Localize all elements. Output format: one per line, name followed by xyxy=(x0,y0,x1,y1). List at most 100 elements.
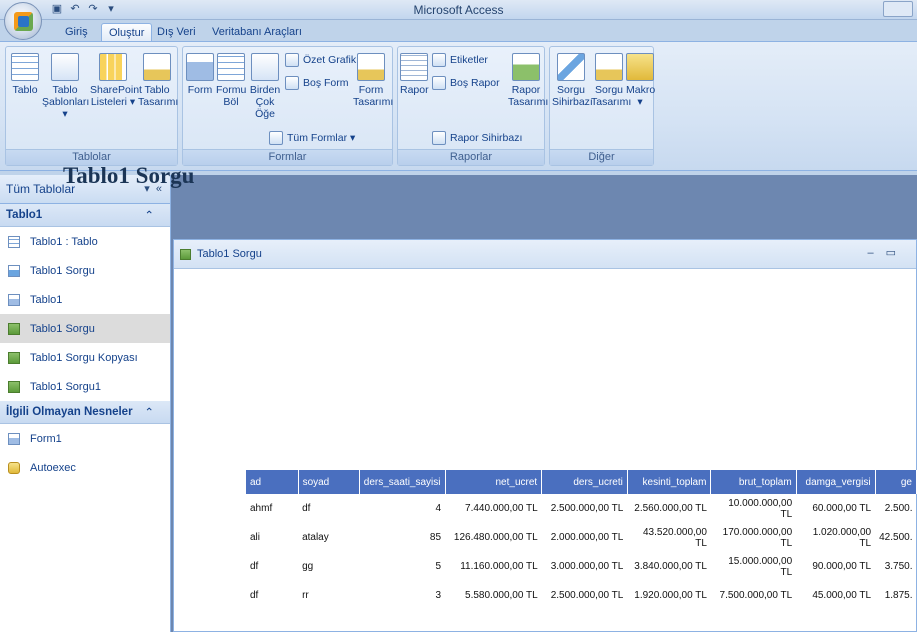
tab-dis-veri[interactable]: Dış Veri xyxy=(150,23,203,42)
nav-group-label: İlgili Olmayan Nesneler xyxy=(6,406,133,418)
sorgu-sihirbazi-button[interactable]: Sorgu Sihirbazı xyxy=(552,53,593,108)
formu-bol-label: Formu Böl xyxy=(216,84,247,108)
labels-icon xyxy=(432,53,446,67)
macro-icon xyxy=(8,461,20,474)
table-cell: 2.500.000,00 TL xyxy=(550,590,624,601)
tab-olustur[interactable]: Oluştur xyxy=(101,23,153,42)
group-label-formlar: Formlar xyxy=(183,149,392,165)
sharepoint-listeleri-label: SharePoint Listeleri ▾ xyxy=(90,84,142,108)
table-row: ali atalay 85 126.480.000,00 TL 2.000.00… xyxy=(246,523,917,552)
rapor-sihirbazi-button[interactable]: Rapor Sihirbazı xyxy=(432,131,522,145)
blank-form-icon xyxy=(285,76,299,90)
ribbon: Tablo Tablo Şablonları ▾ SharePoint List… xyxy=(0,41,917,171)
group-tablolar: Tablo Tablo Şablonları ▾ SharePoint List… xyxy=(5,46,178,166)
rapor-tasarimi-button[interactable]: Rapor Tasarımı xyxy=(508,53,548,108)
nav-item[interactable]: Form1 xyxy=(0,424,170,453)
table-cell: 2.500.000,00 TL xyxy=(550,503,624,514)
birden-cok-oge-button[interactable]: Birden Çok Öğe xyxy=(247,53,283,120)
column-header: brut_toplam xyxy=(710,470,797,494)
tablo-button[interactable]: Tablo xyxy=(10,53,40,96)
table-cell: 10.000.000,00 TL xyxy=(728,497,793,520)
table-cell: 2.000.000,00 TL xyxy=(550,532,624,543)
collapse-icon[interactable]: ⌃ xyxy=(144,405,154,419)
table-cell: ahmf xyxy=(250,503,273,514)
report-table: ad soyad ders_saati_sayisi net_ucret der… xyxy=(246,470,917,610)
nav-item[interactable]: Tablo1 Sorgu1 xyxy=(0,372,170,401)
title-bar: ▣ ↶ ↷ ▾ Microsoft Access xyxy=(0,0,917,20)
table-cell: 2.560.000,00 TL xyxy=(634,503,707,514)
nav-item-selected[interactable]: Tablo1 Sorgu xyxy=(0,314,170,343)
table-cell: atalay xyxy=(302,532,329,543)
column-header: soyad xyxy=(298,470,360,494)
bos-form-button[interactable]: Boş Form xyxy=(285,76,349,90)
report-icon xyxy=(180,248,191,260)
form-design-icon xyxy=(357,53,385,81)
table-cell: 15.000.000,00 TL xyxy=(728,555,793,578)
tablo-tasarimi-label: Tablo Tasarımı xyxy=(138,84,179,108)
tum-formlar-label: Tüm Formlar ▾ xyxy=(287,132,356,144)
tablo-sablonlari-button[interactable]: Tablo Şablonları ▾ xyxy=(42,53,90,120)
nav-item-label: Tablo1 Sorgu xyxy=(30,322,95,335)
bos-rapor-button[interactable]: Boş Rapor xyxy=(432,76,500,90)
report-icon xyxy=(8,351,20,364)
group-label-diger: Diğer xyxy=(550,149,653,165)
table-cell: 2.500. xyxy=(884,503,913,514)
nav-group-unrelated[interactable]: İlgili Olmayan Nesneler ⌃ xyxy=(0,401,170,424)
formu-bol-button[interactable]: Formu Böl xyxy=(216,53,246,108)
office-button[interactable] xyxy=(4,2,42,40)
tab-giris[interactable]: Giriş xyxy=(58,23,95,42)
collapse-icon[interactable]: ⌃ xyxy=(144,208,154,222)
report-window-controls[interactable]: –▭ xyxy=(867,246,908,259)
table-cell: 4 xyxy=(435,503,442,514)
nav-item[interactable]: Tablo1 Sorgu xyxy=(0,256,170,285)
form-tasarimi-label: Form Tasarımı xyxy=(353,84,394,108)
tablo-sablonlari-label: Tablo Şablonları ▾ xyxy=(42,84,90,120)
table-cell: ali xyxy=(250,532,261,543)
sharepoint-lists-icon xyxy=(99,53,127,81)
more-forms-icon xyxy=(269,131,283,145)
nav-item[interactable]: Tablo1 : Tablo xyxy=(0,227,170,256)
form-tasarimi-button[interactable]: Form Tasarımı xyxy=(353,53,393,108)
nav-group-label: Tablo1 xyxy=(6,209,43,221)
report-icon xyxy=(8,380,20,393)
tab-veritabani-araclari[interactable]: Veritabanı Araçları xyxy=(205,23,309,42)
column-header: ders_saati_sayisi xyxy=(359,470,446,494)
table-cell: df xyxy=(250,590,259,601)
group-diger: Sorgu Sihirbazı Sorgu Tasarımı Makro ▾ D… xyxy=(549,46,656,166)
sorgu-tasarimi-button[interactable]: Sorgu Tasarımı xyxy=(591,53,631,108)
table-cell: 60.000,00 TL xyxy=(812,503,872,514)
nav-item[interactable]: Autoexec xyxy=(0,453,170,482)
tablo-button-label: Tablo xyxy=(12,84,38,96)
nav-item[interactable]: Tablo1 Sorgu Kopyası xyxy=(0,343,170,372)
pivot-chart-icon xyxy=(285,53,299,67)
form-icon xyxy=(8,293,20,306)
makro-label: Makro ▾ xyxy=(626,84,656,108)
nav-item-label: Tablo1 xyxy=(30,293,63,306)
report-window-titlebar[interactable]: Tablo1 Sorgu –▭ xyxy=(174,240,916,269)
form-button[interactable]: Form xyxy=(186,53,214,96)
query-design-icon xyxy=(595,53,623,81)
office-logo-icon xyxy=(14,12,33,31)
rapor-button[interactable]: Rapor xyxy=(400,53,429,96)
table-cell: 43.520.000,00 TL xyxy=(642,526,707,549)
table-cell: 7.440.000,00 TL xyxy=(465,503,538,514)
tablo-tasarimi-button[interactable]: Tablo Tasarımı xyxy=(138,53,179,108)
nav-group-tablo1[interactable]: Tablo1 ⌃ xyxy=(0,204,170,227)
sharepoint-listeleri-button[interactable]: SharePoint Listeleri ▾ xyxy=(90,53,142,108)
macro-icon xyxy=(626,53,654,81)
window-controls[interactable] xyxy=(883,1,913,17)
form-icon xyxy=(8,432,20,445)
tum-formlar-button[interactable]: Tüm Formlar ▾ xyxy=(269,131,355,145)
nav-item[interactable]: Tablo1 xyxy=(0,285,170,314)
etiketler-button[interactable]: Etiketler xyxy=(432,53,488,67)
makro-button[interactable]: Makro ▾ xyxy=(626,53,656,108)
table-cell: 1.875. xyxy=(884,590,913,601)
report-design-icon xyxy=(512,53,540,81)
report-title: Tablo1 Sorgu xyxy=(63,163,195,188)
report-window-title: Tablo1 Sorgu xyxy=(197,248,262,260)
table-templates-icon xyxy=(51,53,79,81)
ozet-grafik-button[interactable]: Özet Grafik xyxy=(285,53,356,67)
navigation-pane: Tüm Tablolar ▾ « Tablo1 ⌃ Tablo1 : Tablo… xyxy=(0,175,171,632)
nav-item-label: Tablo1 Sorgu xyxy=(30,264,95,277)
table-cell: 3.750. xyxy=(884,561,913,572)
